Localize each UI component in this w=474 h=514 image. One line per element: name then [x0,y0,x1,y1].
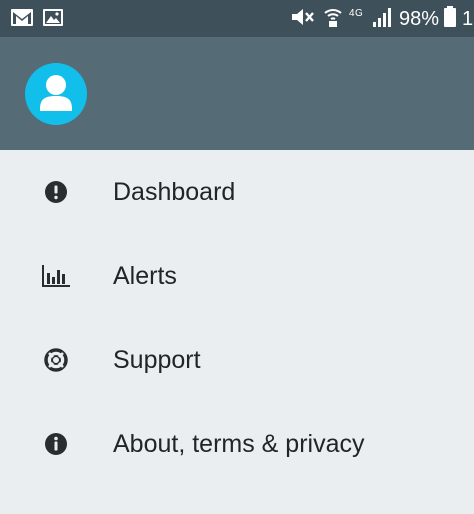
menu-item-label: About, terms & privacy [113,429,365,458]
life-ring-icon [41,345,71,375]
battery-percent: 98% [398,7,439,30]
menu-item-label: Dashboard [113,177,236,206]
menu-item-label: Support [113,345,201,374]
menu-item-support[interactable]: Support [0,318,474,402]
drawer-header [0,37,474,150]
drawer-menu: Dashboard Alerts Support About, terms & … [0,150,474,486]
gmail-icon [11,9,33,31]
network-label: 4G [348,8,364,19]
battery-icon [444,6,456,32]
bar-chart-icon [41,261,71,291]
wifi-calling-icon [323,6,343,33]
status-bar-notifications [11,9,63,31]
user-icon [40,75,72,111]
mute-icon [291,7,315,32]
avatar[interactable] [25,63,87,125]
info-circle-icon [41,429,71,459]
menu-item-dashboard[interactable]: Dashboard [0,150,474,234]
menu-item-about[interactable]: About, terms & privacy [0,402,474,486]
lte-icon: 4G [349,8,371,30]
signal-icon [372,7,391,32]
exclamation-circle-icon [41,177,71,207]
clock: 1 [462,7,474,30]
status-bar: 4G 98% 1 [0,0,474,37]
status-bar-system: 4G 98% 1 [291,6,474,32]
gallery-icon [43,9,63,31]
menu-item-alerts[interactable]: Alerts [0,234,474,318]
menu-item-label: Alerts [113,261,177,290]
